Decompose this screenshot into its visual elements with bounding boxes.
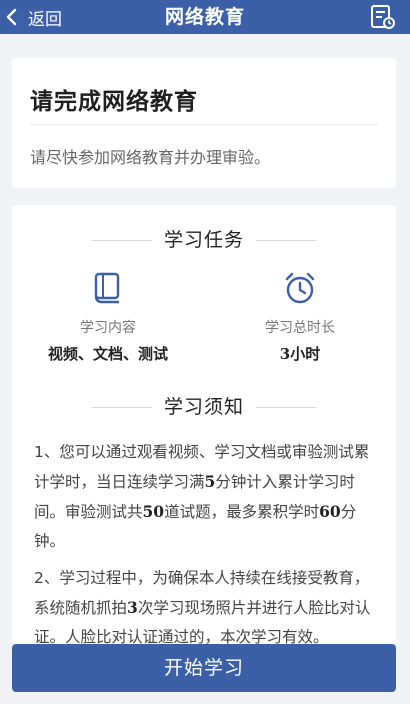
- divider: [256, 407, 316, 408]
- notice-number: 50: [142, 502, 165, 521]
- alarm-clock-icon: [285, 272, 315, 304]
- notice-paragraph-1: 1、您可以通过观看视频、学习文档或审验测试累计学时，当日连续学习满5分钟计入累计…: [34, 438, 376, 556]
- intro-title: 请完成网络教育: [30, 89, 198, 115]
- divider: [256, 240, 316, 241]
- study-info-card: 学习任务 学习内容 视频、文档、测试 学习总时长 3小时 学习须知 1、您可以通…: [12, 205, 396, 645]
- record-list-icon[interactable]: [370, 4, 396, 30]
- divider: [30, 124, 378, 125]
- intro-card: 请完成网络教育 请尽快参加网络教育并办理审验。: [12, 58, 396, 188]
- start-learning-button[interactable]: 开始学习: [12, 644, 396, 692]
- task-heading: 学习任务: [163, 229, 244, 251]
- notice-paragraph-2: 2、学习过程中，为确保本人持续在线接受教育，系统随机抓拍3次学习现场照片并进行人…: [34, 564, 376, 645]
- study-content-value: 视频、文档、测试: [47, 345, 168, 363]
- notice-section-header: 学习须知: [12, 392, 396, 422]
- page-title: 网络教育: [164, 6, 245, 28]
- study-content-label: 学习内容: [80, 320, 136, 336]
- study-notice-text: 1、您可以通过观看视频、学习文档或审验测试累计学时，当日连续学习满5分钟计入累计…: [34, 438, 376, 645]
- notice-heading: 学习须知: [163, 396, 244, 418]
- study-duration-label: 学习总时长: [265, 320, 335, 336]
- study-content-block: 学习内容 视频、文档、测试: [12, 271, 204, 364]
- notice-text: 道试题，最多累积学时: [164, 503, 320, 521]
- notice-number: 5: [204, 472, 216, 491]
- notice-number: 60: [319, 502, 341, 521]
- book-icon: [94, 272, 120, 304]
- task-section-header: 学习任务: [12, 225, 396, 255]
- study-duration-value: 3小时: [279, 345, 321, 363]
- intro-subtitle: 请尽快参加网络教育并办理审验。: [30, 148, 271, 167]
- notice-number: 3: [127, 598, 138, 617]
- study-duration-block: 学习总时长 3小时: [204, 271, 396, 364]
- top-navigation-bar: 返回 网络教育: [0, 0, 410, 34]
